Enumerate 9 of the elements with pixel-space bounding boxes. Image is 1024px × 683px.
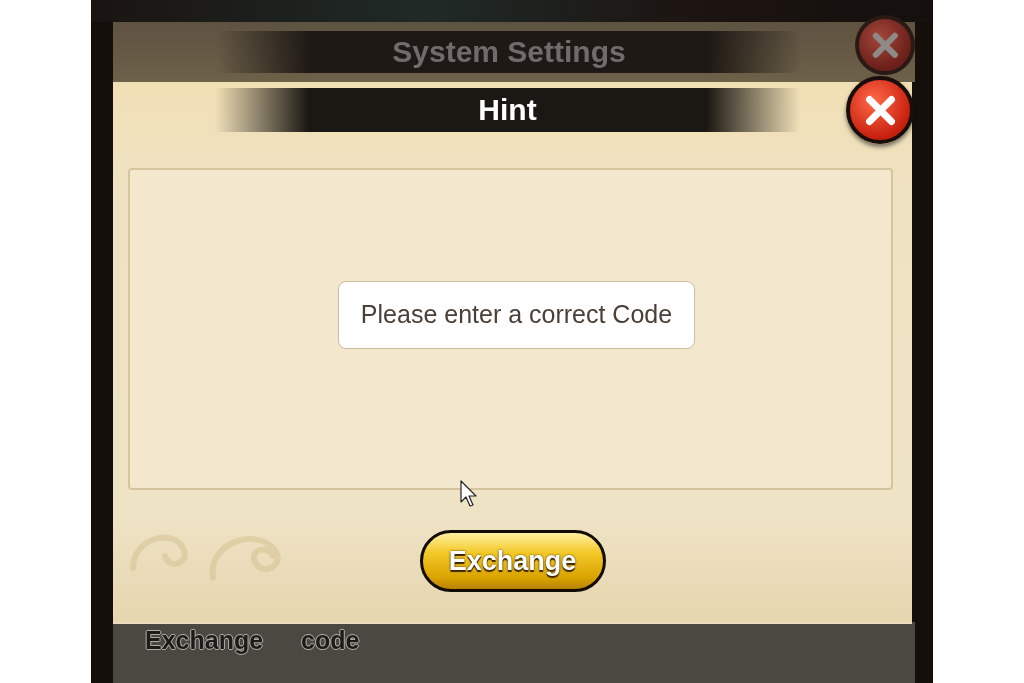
dialog-title: Hint bbox=[478, 95, 537, 125]
dialog-title: System Settings bbox=[392, 37, 626, 67]
label-text: Exchange bbox=[145, 625, 264, 656]
message-text: Please enter a correct Code bbox=[360, 299, 673, 331]
close-icon bbox=[870, 30, 900, 60]
mouse-pointer-icon bbox=[460, 480, 477, 507]
label-text: code bbox=[301, 625, 360, 656]
exchange-button[interactable]: Exchange bbox=[419, 530, 606, 592]
close-icon bbox=[863, 93, 897, 127]
